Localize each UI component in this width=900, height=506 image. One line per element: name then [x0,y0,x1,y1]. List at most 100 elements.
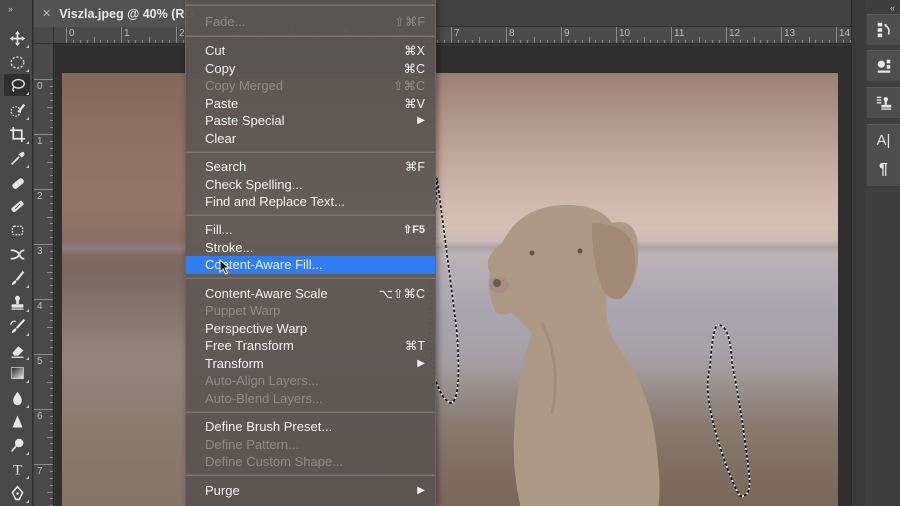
ruler-minor-tick [50,120,53,122]
healing-brush-tool[interactable] [4,195,30,217]
menu-item-find-replace[interactable]: Find and Replace Text... [186,193,435,211]
ruler-major-tick [836,27,837,43]
quick-selection-tool[interactable] [4,99,30,121]
eraser-tool[interactable] [4,339,30,361]
marquee-tool[interactable] [4,51,30,73]
menu-item-free-transform[interactable]: Free Transform ⌘T [186,337,435,355]
move-tool[interactable] [4,27,30,49]
toolbar-collapse-button[interactable]: » [8,4,13,14]
ruler-minor-tick [107,40,109,43]
ruler-minor-tick [50,147,53,149]
horizontal-ruler[interactable]: 01234567891011121314 [54,27,851,44]
menu-item-perspective-warp[interactable]: Perspective Warp [186,320,435,338]
menu-item-clear[interactable]: Clear [186,130,435,148]
ruler-minor-tick [485,40,487,43]
menu-item-define-pattern[interactable]: Define Pattern... [186,436,435,454]
dock-divider[interactable] [851,0,865,506]
quick-selection-icon [10,103,25,117]
ruler-label: 7 [37,466,43,477]
ruler-minor-tick [712,40,714,43]
dock-group-clone-source [867,87,900,118]
menu-item-cut[interactable]: Cut ⌘X [186,42,435,60]
menu-item-transform[interactable]: Transform ▶ [186,355,435,373]
dodge-tool[interactable] [4,434,30,456]
sharpen-tool[interactable] [4,410,30,432]
ruler-label: 9 [564,28,570,39]
eraser-icon [11,345,23,358]
content-aware-move-tool[interactable] [4,219,30,241]
ruler-minor-tick [767,40,769,43]
ruler-minor-tick [50,85,53,87]
ruler-minor-tick [50,415,53,417]
menu-item-purge[interactable]: Purge ▶ [186,482,435,500]
menu-item-fill[interactable]: Fill... ⇧F5 [186,221,435,239]
blur-tool[interactable] [4,387,30,409]
lasso-tool[interactable] [4,74,30,96]
crop-icon [9,126,25,142]
ruler-label: 14 [839,28,851,39]
ruler-major-tick [451,27,452,43]
menu-item-auto-blend-layers[interactable]: Auto-Blend Layers... [186,390,435,408]
character-panel-button[interactable]: A| [867,125,900,155]
close-icon[interactable]: ✕ [42,7,51,20]
menu-item-search[interactable]: Search ⌘F [186,158,435,176]
menu-item-paste[interactable]: Paste ⌘V [186,95,435,113]
ruler-minor-tick [50,168,53,170]
menu-item-stroke[interactable]: Stroke... [186,239,435,257]
ruler-label: 0 [37,81,43,92]
gradient-tool[interactable] [4,362,30,384]
clone-stamp-tool[interactable] [4,291,30,313]
dock-collapse-button[interactable]: « [890,3,895,13]
menu-item-check-spelling[interactable]: Check Spelling... [186,176,435,194]
menu-item-puppet-warp[interactable]: Puppet Warp [186,302,435,320]
pen-tool[interactable] [4,482,30,504]
menu-separator [186,474,435,476]
menu-item-define-custom-shape[interactable]: Define Custom Shape... [186,453,435,471]
history-brush-tool[interactable] [4,315,30,337]
type-tool[interactable]: T [4,458,30,480]
ruler-origin[interactable] [34,27,54,44]
document-title: Viszla.jpeg @ 40% (RGB/ [59,6,194,21]
dock-group-layer-comps [867,50,900,81]
clone-source-panel-button[interactable] [867,88,900,118]
document-tab[interactable]: ✕ Viszla.jpeg @ 40% (RGB/ [34,0,194,27]
ruler-minor-tick [629,40,631,43]
photo-canvas[interactable] [62,73,838,506]
ruler-minor-tick [50,457,53,459]
ruler-label: 12 [729,28,741,39]
ruler-minor-tick [512,40,514,43]
menu-item-fade[interactable]: Fade... ⇧⌘F [186,13,435,31]
vertical-ruler[interactable]: 0 1 2 3 4 5 6 7 [34,44,54,506]
menu-item-content-aware-scale[interactable]: Content-Aware Scale ⌥⇧⌘C [186,285,435,303]
red-eye-tool[interactable] [4,243,30,265]
eyedropper-tool[interactable] [4,147,30,169]
ruler-minor-tick [471,40,473,43]
menu-item-copy[interactable]: Copy ⌘C [186,60,435,78]
more-tools-indicator [26,380,29,383]
dock-group-history [867,14,900,45]
ruler-minor-tick [526,40,528,43]
history-panel-button[interactable] [867,15,900,45]
ruler-minor-tick [50,209,53,211]
ruler-minor-tick [574,40,576,43]
ruler-minor-tick [182,40,184,43]
ruler-minor-tick [760,40,762,43]
menu-item-copy-merged[interactable]: Copy Merged ⇧⌘C [186,77,435,95]
menu-item-define-brush-preset[interactable]: Define Brush Preset... [186,418,435,436]
menu-item-auto-align-layers[interactable]: Auto-Align Layers... [186,372,435,390]
pen-icon [10,485,24,500]
ruler-major-tick [34,244,53,245]
menu-item-paste-special[interactable]: Paste Special ▶ [186,112,435,130]
mouse-pointer-icon [219,259,231,275]
spot-healing-tool[interactable] [4,172,30,194]
layer-comps-panel-button[interactable] [867,51,900,81]
ruler-label: 10 [619,28,631,39]
crop-tool[interactable] [4,123,30,145]
ruler-minor-tick [47,491,53,493]
canvas-area[interactable] [55,45,851,506]
layer-comps-icon [877,59,890,73]
ruler-major-tick [34,134,53,135]
edit-menu: Fade... ⇧⌘F Cut ⌘X Copy ⌘C Copy Merged ⇧⌘C P… [185,0,436,506]
paragraph-panel-button[interactable]: ¶ [867,155,900,185]
brush-tool[interactable] [4,267,30,289]
